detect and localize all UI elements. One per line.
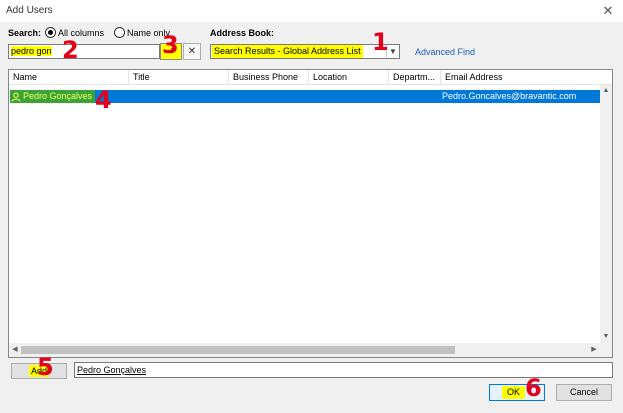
ok-button-label: OK [502,386,526,399]
annotation-number: 1 [372,28,389,56]
column-header-business-phone[interactable]: Business Phone [229,70,309,85]
search-label: Search: [8,28,42,38]
column-header-email[interactable]: Email Address [441,70,612,85]
annotation-number: 3 [162,31,179,59]
cancel-button[interactable]: Cancel [556,384,612,401]
column-header-location[interactable]: Location [309,70,389,85]
contact-email: Pedro.Goncalves@bravantic.com [442,91,577,101]
window-title: Add Users [6,5,53,16]
annotation-number: 4 [95,86,112,114]
scrollbar-corner [600,343,612,357]
scroll-right-icon[interactable]: ▶ [588,343,600,357]
close-icon[interactable]: ✕ [599,2,617,20]
contact-name-cell: Pedro Gonçalves [10,90,96,103]
scroll-left-icon[interactable]: ◀ [9,343,21,357]
vertical-scrollbar[interactable]: ▲ ▼ [600,85,612,343]
annotation-number: 2 [62,36,79,64]
added-user-name: Pedro Gonçalves [77,365,147,375]
annotation-number: 5 [37,353,54,381]
radio-selected-icon[interactable] [45,27,56,38]
contact-icon [11,92,21,102]
column-header-title[interactable]: Title [129,70,229,85]
advanced-find-link[interactable]: Advanced Find [415,47,475,57]
search-input[interactable]: pedro gon [8,44,160,59]
annotation-number: 6 [525,374,542,402]
title-bar: Add Users ✕ [0,0,623,22]
clear-search-button[interactable]: ✕ [183,43,201,60]
results-header: Name Title Business Phone Location Depar… [9,70,612,85]
column-header-name[interactable]: Name [9,70,129,85]
scroll-up-icon[interactable]: ▲ [600,85,612,97]
close-icon: ✕ [187,46,197,57]
address-book-label: Address Book: [210,28,275,38]
search-input-value: pedro gon [11,46,52,56]
contact-name: Pedro Gonçalves [23,91,93,101]
horizontal-scrollbar[interactable]: ◀ ▶ [9,343,600,357]
scroll-down-icon[interactable]: ▼ [600,331,612,343]
radio-unselected-icon[interactable] [114,27,125,38]
column-header-department[interactable]: Departm... [389,70,441,85]
address-book-selected: Search Results - Global Address List [212,45,363,58]
horizontal-scroll-thumb[interactable] [21,346,455,354]
